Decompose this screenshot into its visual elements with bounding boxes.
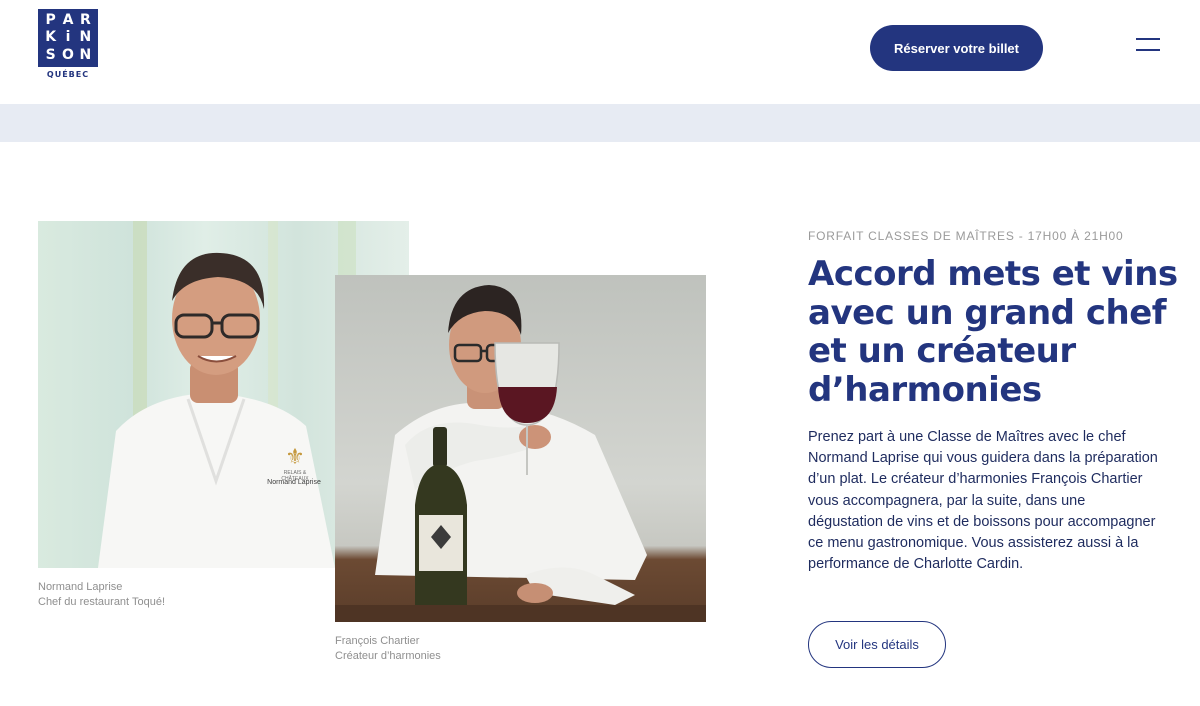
logo-subtitle: QUÉBEC xyxy=(46,70,90,79)
caption-normand-laprise: Normand Laprise Chef du restaurant Toqué… xyxy=(38,580,165,610)
caption-name: François Chartier xyxy=(335,635,420,647)
photo-francois-chartier xyxy=(335,275,706,622)
menu-icon-line xyxy=(1136,49,1160,51)
header-divider-band xyxy=(0,104,1200,142)
site-header: P A R K i N S O N QUÉBEC Réserver votre … xyxy=(0,0,1200,104)
logo-letter: R xyxy=(79,12,91,28)
hamburger-menu-icon[interactable] xyxy=(1136,37,1160,53)
svg-text:⚜: ⚜ xyxy=(285,445,305,470)
view-details-button[interactable]: Voir les détails xyxy=(808,621,946,668)
menu-icon-line xyxy=(1136,38,1160,40)
reserve-ticket-button[interactable]: Réserver votre billet xyxy=(870,25,1043,71)
logo-letter: N xyxy=(79,46,92,63)
description-paragraph: Prenez part à une Classe de Maîtres avec… xyxy=(808,429,1158,573)
logo-letter: N xyxy=(79,29,92,46)
logo-letter: S xyxy=(45,46,56,63)
caption-francois-chartier: François Chartier Créateur d’harmonies xyxy=(335,634,441,664)
logo-letter: A xyxy=(62,12,74,28)
logo-letter: i xyxy=(65,29,71,46)
logo-letter: K xyxy=(45,29,57,46)
caption-role: Chef du restaurant Toqué! xyxy=(38,596,165,608)
caption-role: Créateur d’harmonies xyxy=(335,650,441,662)
logo-letter: P xyxy=(45,12,56,28)
caption-name: Normand Laprise xyxy=(38,581,123,593)
sommelier-portrait-illustration xyxy=(335,285,706,622)
embroidery-name: Normand Laprise xyxy=(267,479,321,486)
logo-mark: P A R K i N S O N xyxy=(38,9,98,67)
parkinson-quebec-logo[interactable]: P A R K i N S O N QUÉBEC xyxy=(38,9,98,83)
page-title: Accord mets et vins avec un grand chef e… xyxy=(808,254,1178,410)
package-eyebrow: FORFAIT CLASSES DE MAÎTRES - 17H00 À 21H… xyxy=(808,229,1124,243)
logo-letter: O xyxy=(62,46,74,63)
